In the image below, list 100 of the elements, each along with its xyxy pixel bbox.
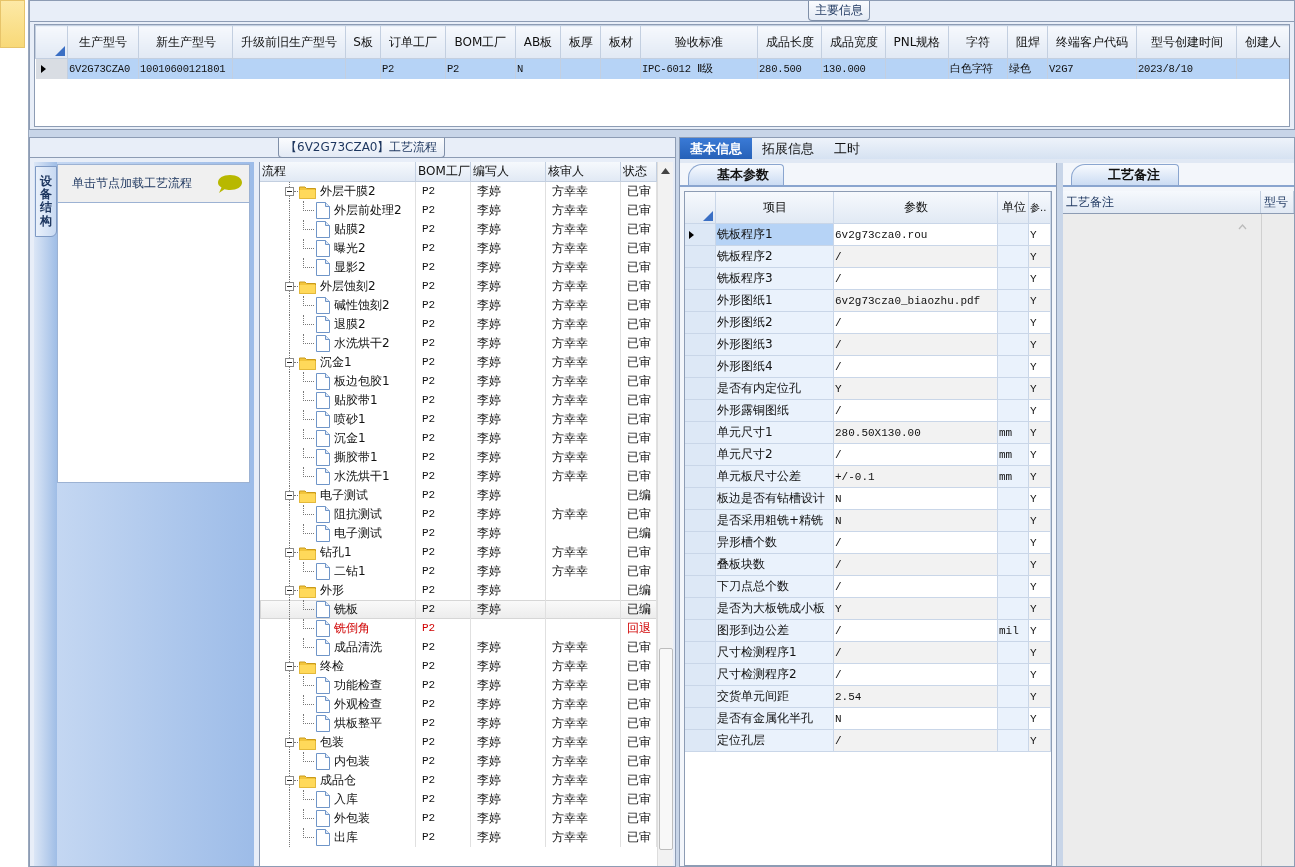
collapse-icon[interactable]: [285, 738, 294, 747]
table-cell[interactable]: 是否有金属化半孔: [716, 708, 834, 730]
tab[interactable]: 拓展信息: [752, 138, 824, 159]
table-cell[interactable]: 异形槽个数: [716, 532, 834, 554]
tab[interactable]: 工艺备注: [1071, 164, 1179, 185]
table-cell[interactable]: 铣板程序2: [716, 246, 834, 268]
tree-row[interactable]: 内包装 P2 李婷 方幸幸 已审: [260, 752, 657, 771]
column-header[interactable]: 流程: [260, 162, 416, 181]
table-cell[interactable]: 铣板程序3: [716, 268, 834, 290]
table-cell[interactable]: 外形露铜图纸: [716, 400, 834, 422]
tree-row[interactable]: 撕胶带1 P2 李婷 方幸幸 已审: [260, 448, 657, 467]
splitter[interactable]: [676, 137, 679, 867]
tree-row[interactable]: 烘板整平 P2 李婷 方幸幸 已审: [260, 714, 657, 733]
tree-row[interactable]: 电子测试 P2 李婷 已编: [260, 486, 657, 505]
column-header[interactable]: BOM工厂: [416, 162, 471, 181]
tree-row[interactable]: 出库 P2 李婷 方幸幸 已审: [260, 828, 657, 847]
tree-row[interactable]: 外观检查 P2 李婷 方幸幸 已审: [260, 695, 657, 714]
row-header[interactable]: [685, 224, 716, 246]
scrollbar[interactable]: [657, 162, 673, 866]
collapse-icon[interactable]: [285, 548, 294, 557]
collapse-icon[interactable]: [285, 586, 294, 595]
column-header[interactable]: PNL规格: [885, 25, 949, 59]
table-cell[interactable]: 是否为大板铣成小板: [716, 598, 834, 620]
scroll-up-icon[interactable]: [661, 168, 670, 174]
tree-row[interactable]: 板边包胶1 P2 李婷 方幸幸 已审: [260, 372, 657, 391]
column-header[interactable]: 新生产型号: [138, 25, 233, 59]
tree-row[interactable]: 水洗烘干1 P2 李婷 方幸幸 已审: [260, 467, 657, 486]
tree-row[interactable]: 钻孔1 P2 李婷 方幸幸 已审: [260, 543, 657, 562]
splitter[interactable]: [29, 130, 1295, 137]
tree-row[interactable]: 外层蚀刻2 P2 李婷 方幸幸 已审: [260, 277, 657, 296]
column-header[interactable]: 成品宽度: [821, 25, 886, 59]
tree-row[interactable]: 电子测试 P2 李婷 已编: [260, 524, 657, 543]
tree-row[interactable]: 外包装 P2 李婷 方幸幸 已审: [260, 809, 657, 828]
tree-row[interactable]: 外层前处理2 P2 李婷 方幸幸 已审: [260, 201, 657, 220]
table-cell[interactable]: 是否有内定位孔: [716, 378, 834, 400]
tree-row[interactable]: 入库 P2 李婷 方幸幸 已审: [260, 790, 657, 809]
table-cell[interactable]: 单元板尺寸公差: [716, 466, 834, 488]
table-row[interactable]: 6V2G73CZA0 10010600121801 P2 P2 N IPC-6012 Ⅱ级 280.500 130.000 白色字符 绿色 V2G7 2023/8/10: [35, 58, 1289, 79]
tree-row[interactable]: 喷砂1 P2 李婷 方幸幸 已审: [260, 410, 657, 429]
tree-row[interactable]: 曝光2 P2 李婷 方幸幸 已审: [260, 239, 657, 258]
table-cell[interactable]: 图形到边公差: [716, 620, 834, 642]
column-header[interactable]: 核审人: [546, 162, 621, 181]
table-cell[interactable]: 外形图纸1: [716, 290, 834, 312]
side-tab[interactable]: [0, 0, 25, 48]
column-header[interactable]: 型号创建时间: [1136, 25, 1237, 59]
collapse-icon[interactable]: [285, 358, 294, 367]
caret-icon[interactable]: [1238, 224, 1247, 230]
tree-row[interactable]: 贴膜2 P2 李婷 方幸幸 已审: [260, 220, 657, 239]
column-header[interactable]: 参数: [834, 192, 998, 224]
column-header[interactable]: 字符: [948, 25, 1008, 59]
splitter[interactable]: [1057, 163, 1063, 866]
tree-row[interactable]: 成品仓 P2 李婷 方幸幸 已审: [260, 771, 657, 790]
column-header[interactable]: 阻焊: [1007, 25, 1048, 59]
table-cell[interactable]: 外形图纸2: [716, 312, 834, 334]
table-cell[interactable]: 交货单元间距: [716, 686, 834, 708]
tree-row[interactable]: 铣板 P2 李婷 已编: [260, 600, 657, 619]
table-cell[interactable]: 叠板块数: [716, 554, 834, 576]
tree-row[interactable]: 水洗烘干2 P2 李婷 方幸幸 已审: [260, 334, 657, 353]
collapse-icon[interactable]: [285, 662, 294, 671]
table-cell[interactable]: 铣板程序1: [716, 224, 834, 246]
table-cell[interactable]: 外形图纸3: [716, 334, 834, 356]
row-header[interactable]: [35, 58, 68, 79]
tree-row[interactable]: 沉金1 P2 李婷 方幸幸 已审: [260, 429, 657, 448]
column-header[interactable]: 参..: [1029, 192, 1051, 224]
column-header[interactable]: 升级前旧生产型号: [232, 25, 346, 59]
table-cell[interactable]: 板边是否有钻槽设计: [716, 488, 834, 510]
table-cell[interactable]: 外形图纸4: [716, 356, 834, 378]
tree-row[interactable]: 二钻1 P2 李婷 方幸幸 已审: [260, 562, 657, 581]
table-cell[interactable]: 单元尺寸2: [716, 444, 834, 466]
tree-row[interactable]: 退膜2 P2 李婷 方幸幸 已审: [260, 315, 657, 334]
tree-row[interactable]: 碱性蚀刻2 P2 李婷 方幸幸 已审: [260, 296, 657, 315]
column-header[interactable]: 单位: [998, 192, 1029, 224]
table-cell[interactable]: 单元尺寸1: [716, 422, 834, 444]
column-header[interactable]: 板厚: [560, 25, 601, 59]
collapse-icon[interactable]: [285, 776, 294, 785]
column-header[interactable]: 工艺备注: [1063, 191, 1261, 213]
column-header[interactable]: 终端客户代码: [1047, 25, 1137, 59]
scroll-thumb[interactable]: [658, 648, 673, 850]
tab[interactable]: 基本信息: [680, 138, 752, 159]
collapse-icon[interactable]: [285, 282, 294, 291]
column-header[interactable]: 项目: [716, 192, 834, 224]
tree-row[interactable]: 沉金1 P2 李婷 方幸幸 已审: [260, 353, 657, 372]
tree-row[interactable]: 贴胶带1 P2 李婷 方幸幸 已审: [260, 391, 657, 410]
column-header[interactable]: 订单工厂: [380, 25, 446, 59]
table-cell[interactable]: 下刀点总个数: [716, 576, 834, 598]
tree-row[interactable]: 终检 P2 李婷 方幸幸 已审: [260, 657, 657, 676]
column-header[interactable]: 验收标准: [640, 25, 758, 59]
column-header[interactable]: 板材: [600, 25, 641, 59]
column-header[interactable]: S板: [345, 25, 381, 59]
tab[interactable]: 基本参数: [688, 164, 784, 185]
column-header[interactable]: 编写人: [471, 162, 546, 181]
tree-row[interactable]: 功能检查 P2 李婷 方幸幸 已审: [260, 676, 657, 695]
table-cell[interactable]: 定位孔层: [716, 730, 834, 752]
column-header[interactable]: 型号: [1261, 191, 1294, 213]
column-header[interactable]: AB板: [515, 25, 561, 59]
tree-row[interactable]: 显影2 P2 李婷 方幸幸 已审: [260, 258, 657, 277]
tree-row[interactable]: 包装 P2 李婷 方幸幸 已审: [260, 733, 657, 752]
collapse-icon[interactable]: [285, 491, 294, 500]
vertical-tab[interactable]: 设备结构: [34, 166, 57, 237]
tree-row[interactable]: 阻抗测试 P2 李婷 方幸幸 已审: [260, 505, 657, 524]
